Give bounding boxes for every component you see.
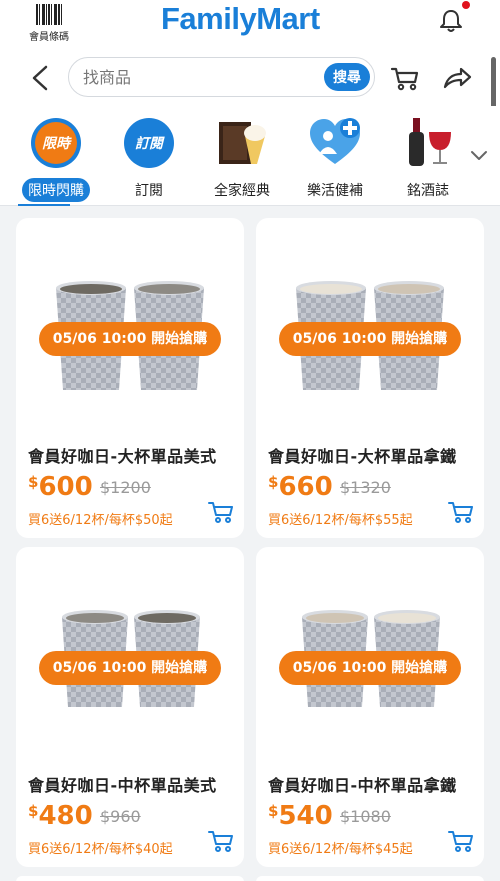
search-row: 搜尋 (0, 50, 500, 106)
search-box: 搜尋 (68, 57, 375, 97)
bell-icon[interactable] (438, 8, 464, 34)
product-card[interactable]: 05/06 10:00 開始搶購 會員好咖日-大杯單品拿鐵 $660 $1320… (256, 218, 484, 538)
currency-symbol: $ (268, 802, 279, 820)
promo-text: 買6送6/12杯/每杯$40起 (28, 842, 173, 857)
currency-symbol: $ (28, 473, 39, 491)
health-icon (308, 116, 362, 170)
add-to-cart-icon[interactable] (208, 500, 234, 524)
original-price: $1200 (100, 478, 151, 497)
wine-icon (401, 116, 455, 170)
product-card[interactable]: 05/06 10:00 開始搶購 會員好咖日-中杯單品拿鐵 $540 $1080… (256, 547, 484, 867)
notification-dot (462, 1, 470, 9)
category-item-health[interactable]: 樂活健補 (295, 116, 375, 202)
limited-time-icon-text: 限時 (42, 136, 70, 152)
subscription-icon-text: 訂閱 (135, 136, 163, 152)
chevron-down-icon[interactable] (466, 144, 492, 166)
currency-symbol: $ (268, 473, 279, 491)
barcode-icon (36, 4, 62, 25)
flash-sale-badge: 05/06 10:00 開始搶購 (279, 322, 461, 356)
category-label: 銘酒誌 (407, 183, 449, 199)
search-input[interactable] (83, 65, 313, 89)
active-category-indicator (18, 204, 70, 206)
currency-symbol: $ (28, 802, 39, 820)
promo-text: 買6送6/12杯/每杯$50起 (28, 513, 173, 528)
product-price: $600 (28, 472, 93, 502)
member-barcode-label: 會員條碼 (29, 32, 69, 43)
top-bar: 會員條碼 FamilyMart (0, 0, 500, 50)
category-label: 訂閱 (135, 183, 163, 199)
member-barcode-button[interactable]: 會員條碼 (24, 4, 74, 43)
original-price: $1080 (340, 807, 391, 826)
back-arrow-icon[interactable] (28, 64, 52, 92)
promo-text: 買6送6/12杯/每杯$55起 (268, 513, 413, 528)
category-row: 限時 限時閃購 訂閱 訂閱 全家經典 樂活健補 銘酒誌 (0, 106, 500, 206)
category-item-classic[interactable]: 全家經典 (202, 116, 282, 202)
add-to-cart-icon[interactable] (448, 500, 474, 524)
product-price: $540 (268, 801, 333, 831)
flash-sale-badge: 05/06 10:00 開始搶購 (39, 651, 221, 685)
category-label: 限時閃購 (22, 178, 90, 202)
category-item-subscription[interactable]: 訂閱 訂閱 (109, 116, 189, 202)
category-label: 全家經典 (214, 183, 270, 199)
share-icon[interactable] (442, 65, 472, 91)
category-label: 樂活健補 (307, 183, 363, 199)
original-price: $1320 (340, 478, 391, 497)
price-amount: 480 (38, 801, 93, 831)
cart-icon[interactable] (390, 65, 420, 91)
add-to-cart-icon[interactable] (448, 829, 474, 853)
familymart-logo: FamilyMart (161, 1, 320, 36)
product-card[interactable]: 05/06 10:00 開始搶購 會員好咖日-大杯單品美式 $600 $1200… (16, 218, 244, 538)
next-card-edge (16, 876, 244, 881)
product-name[interactable]: 會員好咖日-大杯單品美式 (28, 443, 217, 467)
flash-sale-badge: 05/06 10:00 開始搶購 (39, 322, 221, 356)
product-name[interactable]: 會員好咖日-大杯單品拿鐵 (268, 443, 457, 467)
limited-time-icon: 限時 (29, 116, 83, 170)
subscription-icon: 訂閱 (122, 116, 176, 170)
category-item-limited-time[interactable]: 限時 限時閃購 (16, 116, 96, 202)
promo-text: 買6送6/12杯/每杯$45起 (268, 842, 413, 857)
classic-coffee-icon (215, 116, 269, 170)
product-name[interactable]: 會員好咖日-中杯單品美式 (28, 772, 217, 796)
add-to-cart-icon[interactable] (208, 829, 234, 853)
product-price: $480 (28, 801, 93, 831)
price-amount: 600 (38, 472, 93, 502)
category-item-wine[interactable]: 銘酒誌 (388, 116, 468, 202)
next-card-edge (256, 876, 484, 881)
price-amount: 660 (278, 472, 333, 502)
search-button[interactable]: 搜尋 (324, 63, 370, 91)
flash-sale-badge: 05/06 10:00 開始搶購 (279, 651, 461, 685)
product-card[interactable]: 05/06 10:00 開始搶購 會員好咖日-中杯單品美式 $480 $960 … (16, 547, 244, 867)
product-name[interactable]: 會員好咖日-中杯單品拿鐵 (268, 772, 457, 796)
product-price: $660 (268, 472, 333, 502)
price-amount: 540 (278, 801, 333, 831)
original-price: $960 (100, 807, 141, 826)
